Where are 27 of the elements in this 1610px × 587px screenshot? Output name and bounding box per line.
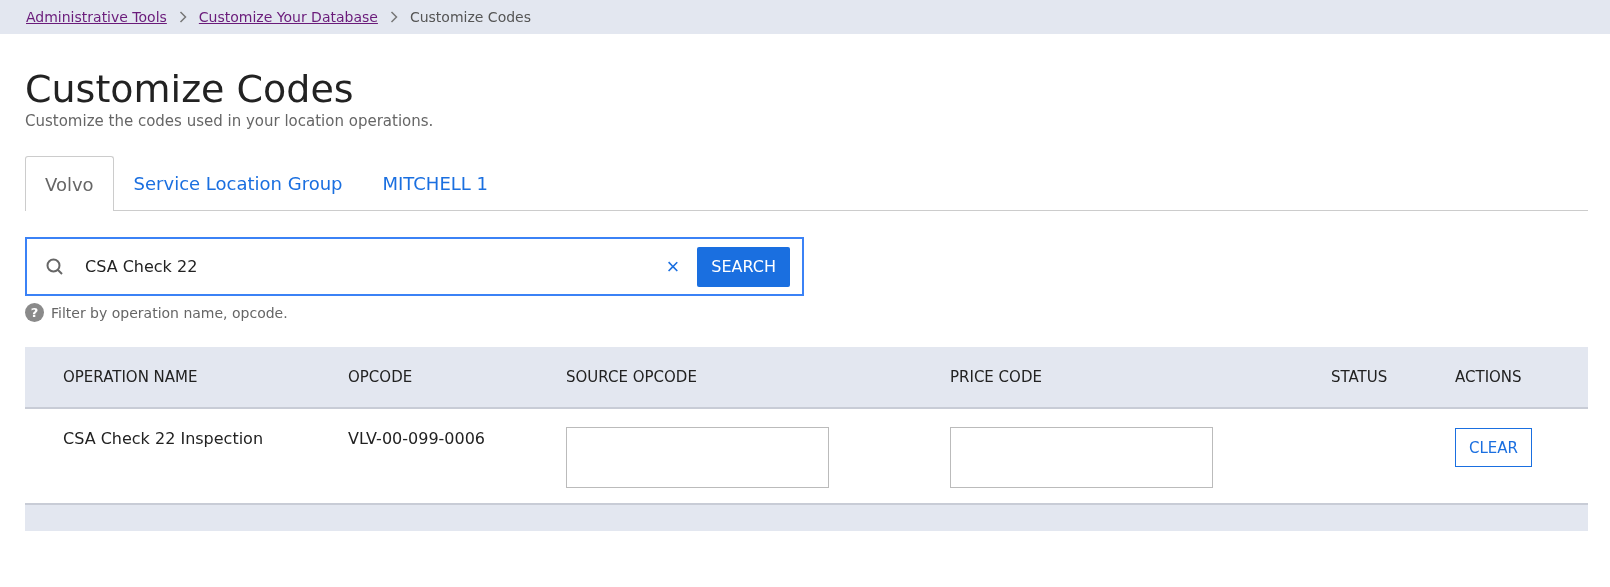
tab[interactable]: MITCHELL 1 <box>362 156 508 210</box>
chevron-icon <box>178 11 187 23</box>
table-cell-text: VLV-00-099-0006 <box>348 429 487 448</box>
page-title: Customize Codes <box>25 66 355 112</box>
search-icon <box>45 256 65 277</box>
column-header: OPERATION NAME <box>63 368 199 386</box>
clear-button[interactable]: CLEAR <box>1455 428 1532 467</box>
price-code-field[interactable] <box>950 427 1213 488</box>
help-icon: ? <box>25 303 44 322</box>
search-hint: Filter by operation name, opcode. <box>51 304 288 321</box>
clear-search-button[interactable]: × <box>656 253 690 280</box>
column-header: ACTIONS <box>1455 368 1523 386</box>
search-field[interactable]: CSA Check 22 × SEARCH <box>25 237 804 296</box>
breadcrumb-link[interactable]: Administrative Tools <box>26 9 167 25</box>
column-header: STATUS <box>1331 368 1389 386</box>
search-button[interactable]: SEARCH <box>697 246 790 287</box>
tab[interactable]: Volvo <box>25 156 114 211</box>
column-header: SOURCE OPCODE <box>566 368 698 386</box>
column-header: PRICE CODE <box>950 368 1043 386</box>
breadcrumb-current: Customize Codes <box>409 9 531 25</box>
column-header: OPCODE <box>348 368 414 386</box>
chevron-icon <box>389 11 398 23</box>
table-cell-text: CSA Check 22 Inspection <box>63 429 265 448</box>
source-opcode-field[interactable] <box>566 427 829 488</box>
tab[interactable]: Service Location Group <box>113 156 363 210</box>
page-subtitle: Customize the codes used in your location operations. <box>25 112 435 130</box>
breadcrumb-link[interactable]: Customize Your Database <box>198 9 378 25</box>
